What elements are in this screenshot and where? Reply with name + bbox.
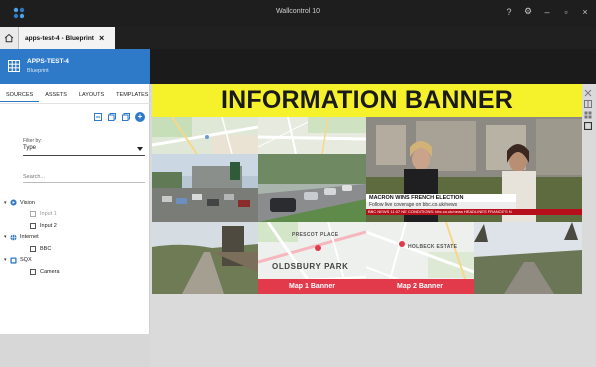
tree-group-vision[interactable]: ▾ Vision: [4, 197, 148, 209]
map-1-place-big: OLDSBURY PARK: [272, 262, 349, 271]
copy-icon[interactable]: [107, 113, 116, 122]
camera-tile-riverside[interactable]: [474, 222, 582, 294]
vision-icon: [10, 199, 17, 206]
news-subtitle: Follow live coverage on bbc.co.uk/news: [366, 202, 516, 209]
help-icon[interactable]: ?: [504, 7, 514, 17]
tree-group-sqx[interactable]: ▾ SQX: [4, 255, 148, 267]
window-controls: ? ⚙ – ▫ ×: [504, 6, 590, 17]
sqx-icon: [10, 257, 17, 264]
map-1-place-top: PRESCOT PLACE: [292, 232, 339, 238]
tree-item-label: Input 2: [40, 222, 57, 229]
settings-icon[interactable]: ⚙: [523, 6, 533, 17]
map-2-place-top: HOLBECK ESTATE: [408, 244, 458, 250]
add-source-icon[interactable]: +: [135, 112, 145, 122]
camera-tile-road[interactable]: [258, 154, 366, 222]
news-ticker: BBC NEWS 11:07 NE CONDITIONS: bbc.co.uk/…: [366, 209, 582, 215]
tree-item-camera[interactable]: Camera: [4, 266, 148, 278]
tab-sources[interactable]: SOURCES: [0, 88, 40, 102]
map-tile-top-left[interactable]: [152, 117, 258, 154]
tab-close-icon[interactable]: ×: [99, 33, 104, 43]
tab-assets[interactable]: ASSETS: [39, 88, 73, 102]
duplicate-icon[interactable]: [121, 113, 130, 122]
bbc-news-tile[interactable]: MACRON WINS FRENCH ELECTION Follow live …: [366, 117, 582, 222]
toolbar-band: [150, 49, 596, 84]
maximize-icon[interactable]: ▫: [561, 7, 571, 17]
grid-icon[interactable]: [584, 100, 592, 108]
map-tile-top-middle[interactable]: [258, 117, 366, 154]
tabs-divider: [0, 103, 150, 104]
sources-panel: APPS-TEST-4 Blueprint SOURCES ASSETS LAY…: [0, 49, 150, 367]
chevron-down-icon: [137, 147, 143, 151]
home-icon: [4, 33, 14, 43]
map-1-banner[interactable]: Map 1 Banner: [258, 279, 366, 294]
checkbox[interactable]: [30, 211, 36, 218]
globe-icon: [10, 233, 17, 241]
tree-group-label: Vision: [20, 199, 35, 206]
tiles-icon[interactable]: [584, 111, 592, 119]
filter-label: Filter by:: [23, 138, 43, 144]
app-window: Wallcontrol 10 ? ⚙ – ▫ × apps-test-4 - B…: [0, 0, 596, 367]
map-2-banner[interactable]: Map 2 Banner: [366, 279, 474, 294]
tree-item-label: Camera: [40, 268, 60, 275]
tab-templates[interactable]: TEMPLATES: [110, 88, 154, 102]
tab-layouts[interactable]: LAYOUTS: [73, 88, 110, 102]
tab-blueprint[interactable]: apps-test-4 - Blueprint ×: [19, 27, 115, 49]
tree-item-bbc[interactable]: BBC: [4, 243, 148, 255]
panel-tools: +: [93, 112, 145, 122]
filter-type-select[interactable]: Type: [23, 145, 145, 156]
tree-group-label: Internet: [20, 234, 39, 241]
blueprint-grid-icon: [8, 60, 20, 72]
tree-group-label: SQX: [20, 257, 32, 264]
banner-text: INFORMATION BANNER: [220, 86, 513, 114]
tab-label: apps-test-4 - Blueprint: [25, 34, 94, 42]
panel-footer: [0, 334, 150, 367]
filter-value: Type: [23, 145, 37, 151]
tree-item-label: BBC: [40, 245, 52, 252]
minimize-icon[interactable]: –: [542, 7, 552, 17]
search-input[interactable]: [23, 172, 145, 183]
close-icon[interactable]: ×: [580, 7, 590, 17]
panel-tabs: SOURCES ASSETS LAYOUTS TEMPLATES: [0, 88, 150, 102]
information-banner[interactable]: INFORMATION BANNER: [152, 84, 582, 117]
tree-item-label: Input 1: [40, 211, 57, 218]
checkbox[interactable]: [30, 268, 36, 275]
blueprint-name: APPS-TEST-4: [27, 58, 69, 65]
panel-header: APPS-TEST-4 Blueprint: [0, 49, 150, 84]
map-2-tile[interactable]: HOLBECK ESTATE Map 2 Banner: [366, 222, 474, 294]
sources-tree: ▾ Vision Input 1 Input 2 ▾ Internet BBC: [4, 197, 148, 278]
camera-tile-path[interactable]: [152, 222, 258, 294]
tree-group-internet[interactable]: ▾ Internet: [4, 232, 148, 244]
camera-tile-parking[interactable]: [152, 154, 258, 222]
blueprint-subtitle: Blueprint: [27, 68, 49, 74]
tree-item-input-1[interactable]: Input 1: [4, 209, 148, 221]
frame-icon[interactable]: [584, 122, 592, 130]
tab-strip: apps-test-4 - Blueprint ×: [0, 27, 596, 49]
checkbox[interactable]: [30, 222, 36, 229]
tree-item-input-2[interactable]: Input 2: [4, 220, 148, 232]
collapse-all-icon[interactable]: [93, 113, 102, 122]
news-lower-third: MACRON WINS FRENCH ELECTION Follow live …: [366, 194, 582, 222]
map-1-tile[interactable]: PRESCOT PLACE OLDSBURY PARK Map 1 Banner: [258, 222, 366, 294]
home-button[interactable]: [0, 27, 19, 49]
video-wall[interactable]: INFORMATION BANNER MACRON WINS FRENCH EL…: [152, 84, 582, 294]
close-icon[interactable]: [584, 89, 592, 97]
title-bar: Wallcontrol 10 ? ⚙ – ▫ ×: [0, 0, 596, 27]
checkbox[interactable]: [30, 245, 36, 252]
wall-mini-toolbar: [582, 89, 594, 130]
news-headline: MACRON WINS FRENCH ELECTION: [366, 194, 516, 202]
